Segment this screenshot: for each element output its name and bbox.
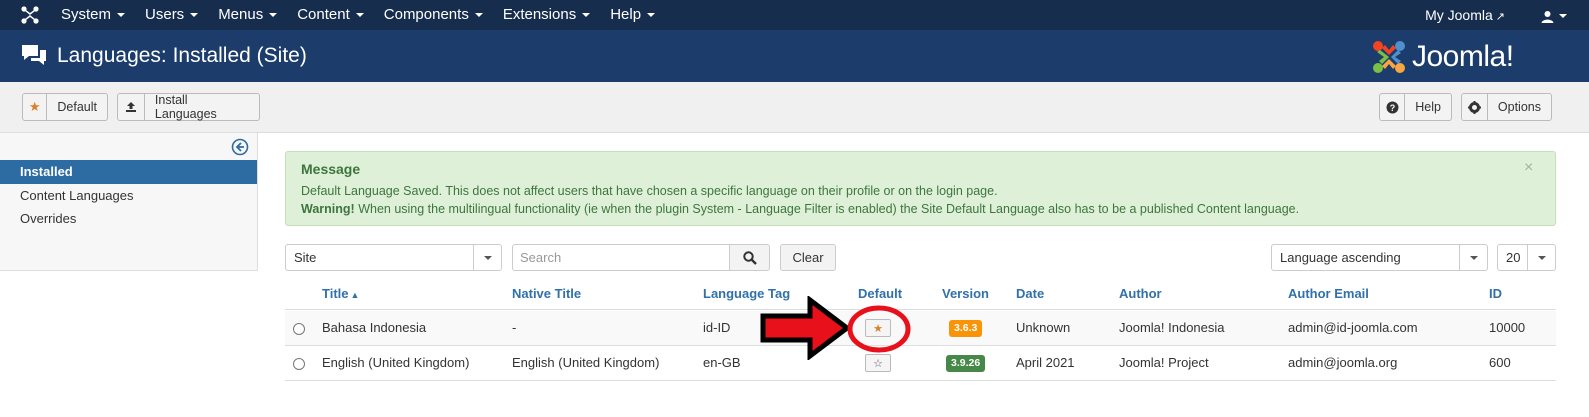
- clear-button[interactable]: Clear: [780, 244, 836, 271]
- my-joomla-link[interactable]: My Joomla ↗: [1425, 7, 1505, 23]
- cell-id: 600: [1489, 355, 1511, 370]
- sidebar-item-content-languages[interactable]: Content Languages: [0, 184, 257, 208]
- caret-down-icon: [474, 13, 483, 18]
- column-id[interactable]: ID: [1489, 286, 1502, 301]
- default-button[interactable]: ★ Default: [22, 93, 108, 121]
- svg-text:?: ?: [1389, 103, 1395, 113]
- menu-extensions[interactable]: Extensions: [503, 0, 591, 30]
- sidebar-item-overrides[interactable]: Overrides: [0, 207, 257, 231]
- joomla-logo-icon[interactable]: [20, 5, 40, 25]
- caret-down-icon: [647, 13, 656, 18]
- ordering-select[interactable]: Language ascending: [1271, 244, 1488, 271]
- sidebar-item-installed[interactable]: Installed: [0, 160, 257, 184]
- row-select-radio[interactable]: [293, 358, 305, 370]
- cell-author-email: admin@id-joomla.com: [1288, 320, 1418, 335]
- search-input[interactable]: [512, 244, 730, 271]
- column-native-title[interactable]: Native Title: [512, 286, 581, 301]
- column-author[interactable]: Author: [1119, 286, 1162, 301]
- caret-down-icon: [269, 13, 278, 18]
- cell-date: April 2021: [1016, 355, 1075, 370]
- page-title: Languages: Installed (Site): [57, 44, 307, 67]
- sort-asc-icon: ▲: [350, 290, 360, 300]
- external-link-icon: ↗: [1495, 11, 1505, 23]
- cell-id: 10000: [1489, 320, 1526, 335]
- annotation-circle-icon: [847, 305, 911, 353]
- column-author-email[interactable]: Author Email: [1288, 286, 1369, 301]
- cell-date: Unknown: [1016, 320, 1071, 335]
- caret-down-icon: [117, 13, 126, 18]
- cell-native-title: English (United Kingdom): [512, 355, 660, 370]
- column-default[interactable]: Default: [858, 286, 902, 301]
- version-badge: 3.6.3: [949, 320, 983, 337]
- success-message: Message Default Language Saved. This doe…: [285, 151, 1556, 226]
- chevron-down-icon: [1459, 245, 1487, 270]
- caret-down-icon: [582, 13, 591, 18]
- menu-users[interactable]: Users: [145, 0, 199, 30]
- top-navbar: System Users Menus Content Components Ex…: [0, 0, 1589, 30]
- version-badge: 3.9.26: [946, 355, 986, 372]
- cell-author: Joomla! Indonesia: [1119, 320, 1225, 335]
- set-default-star-button[interactable]: ☆: [865, 354, 891, 372]
- star-icon: ★: [23, 94, 48, 120]
- cell-language-tag: id-ID: [703, 320, 731, 335]
- menu-menus[interactable]: Menus: [218, 0, 278, 30]
- user-menu[interactable]: [1541, 7, 1567, 23]
- menu-system[interactable]: System: [61, 0, 126, 30]
- message-heading: Message: [301, 161, 361, 177]
- star-outline-icon: ☆: [873, 357, 883, 370]
- page-header: Languages: Installed (Site) Joomla!: [0, 30, 1589, 82]
- search-icon: [742, 250, 757, 265]
- cell-native-title: -: [512, 320, 517, 335]
- annotation-arrow-icon: [760, 296, 850, 360]
- search-button[interactable]: [729, 244, 770, 271]
- user-icon: [1541, 10, 1554, 23]
- chevron-down-icon: [473, 245, 501, 270]
- row-select-radio[interactable]: [293, 323, 305, 335]
- install-languages-button[interactable]: Install Languages: [117, 93, 260, 121]
- caret-down-icon: [190, 13, 199, 18]
- joomla-brand: Joomla!: [1370, 38, 1514, 76]
- caret-down-icon: [355, 13, 364, 18]
- table-row: Bahasa Indonesia - id-ID ★ 3.6.3 Unknown…: [285, 311, 1556, 346]
- warning-text: When using the multilingual functionalit…: [358, 202, 1300, 216]
- cell-language-tag: en-GB: [703, 355, 741, 370]
- table-row: English (United Kingdom) English (United…: [285, 346, 1556, 381]
- cell-author: Joomla! Project: [1119, 355, 1209, 370]
- cell-title: Bahasa Indonesia: [322, 320, 427, 335]
- joomla-brand-text: Joomla!: [1412, 40, 1514, 73]
- limit-select[interactable]: 20: [1497, 244, 1556, 271]
- sidebar: Installed Content Languages Overrides: [0, 133, 258, 271]
- joomla-brand-logo-icon: [1373, 41, 1405, 73]
- table-header: Title ▲ Native Title Language Tag Default…: [285, 280, 1556, 310]
- cell-title: English (United Kingdom): [322, 355, 470, 370]
- message-warning: Warning! When using the multilingual fun…: [301, 202, 1299, 216]
- menu-content[interactable]: Content: [297, 0, 364, 30]
- toolbar: ★ Default Install Languages ? Help Optio…: [0, 82, 1589, 133]
- gear-icon: [1462, 94, 1488, 120]
- column-title[interactable]: Title ▲: [322, 286, 359, 301]
- caret-down-icon: [1559, 14, 1567, 19]
- client-select[interactable]: Site: [285, 244, 502, 271]
- menu-components[interactable]: Components: [384, 0, 483, 30]
- navbar-right: My Joomla ↗: [1425, 0, 1589, 30]
- column-date[interactable]: Date: [1016, 286, 1044, 301]
- message-text: Default Language Saved. This does not af…: [301, 184, 998, 198]
- chevron-down-icon: [1527, 245, 1555, 270]
- close-message-button[interactable]: ×: [1524, 159, 1533, 177]
- cell-author-email: admin@joomla.org: [1288, 355, 1398, 370]
- help-button[interactable]: ? Help: [1379, 93, 1452, 121]
- main-menu: System Users Menus Content Components Ex…: [61, 0, 675, 30]
- sidebar-toggle-icon[interactable]: [231, 138, 249, 156]
- column-version[interactable]: Version: [942, 286, 989, 301]
- menu-help[interactable]: Help: [610, 0, 656, 30]
- comments-icon: [22, 45, 46, 65]
- options-button[interactable]: Options: [1461, 93, 1552, 121]
- upload-icon: [118, 94, 145, 120]
- question-circle-icon: ?: [1380, 94, 1406, 120]
- warning-label: Warning!: [301, 202, 355, 216]
